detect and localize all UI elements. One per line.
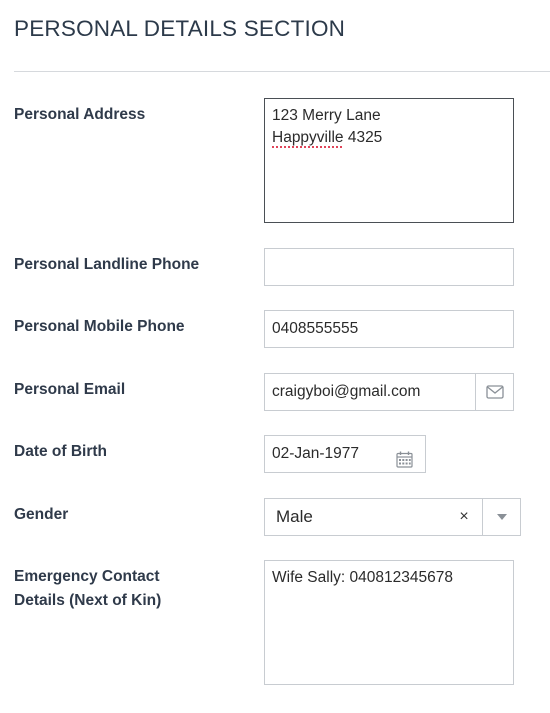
emergency-contact-textarea[interactable]: Wife Sally: 040812345678 [264,560,514,685]
email-addon[interactable] [475,374,513,410]
emergency-contact-label: Emergency Contact Details (Next of Kin) [14,565,161,613]
personal-address-textarea[interactable]: 123 Merry Lane Happyville 4325 [264,98,514,223]
clear-selection-icon[interactable]: × [454,499,474,535]
date-of-birth-value: 02-Jan-1977 [272,445,360,462]
calendar-button[interactable] [396,446,413,472]
address-line-1: 123 Merry Lane [272,107,381,124]
emergency-contact-label-line-1: Emergency Contact [14,568,160,585]
gender-dropdown-toggle[interactable] [482,499,520,535]
personal-landline-input[interactable] [264,248,514,286]
gender-selected-value: Male [276,507,313,526]
envelope-icon [485,385,504,399]
gender-label: Gender [14,506,69,523]
personal-mobile-label: Personal Mobile Phone [14,318,185,335]
personal-email-input[interactable]: craigyboi@gmail.com [264,373,514,411]
gender-select[interactable]: Male × [264,498,521,536]
address-line-2: Happyville 4325 [272,129,382,146]
personal-landline-label: Personal Landline Phone [14,256,200,273]
personal-email-label: Personal Email [14,381,126,398]
date-of-birth-input[interactable]: 02-Jan-1977 [264,435,426,473]
misspelled-word: Happyville [272,129,344,146]
address-line-2-rest: 4325 [343,129,383,146]
personal-email-value: craigyboi@gmail.com [272,383,421,400]
section-divider [14,71,550,72]
personal-mobile-input[interactable]: 0408555555 [264,310,514,348]
emergency-contact-label-line-2: Details (Next of Kin) [14,592,162,609]
calendar-icon [396,451,413,468]
chevron-down-icon [496,514,507,520]
section-title: PERSONAL DETAILS SECTION [14,16,346,41]
personal-address-label: Personal Address [14,106,146,123]
date-of-birth-label: Date of Birth [14,443,107,460]
